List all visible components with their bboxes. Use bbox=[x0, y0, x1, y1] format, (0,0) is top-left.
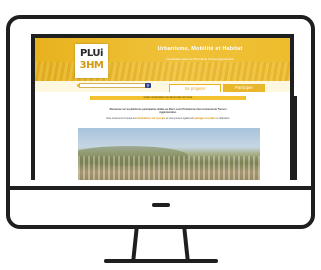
logo-text-bottom: 3HM bbox=[79, 60, 104, 71]
intro-highlight-info[interactable]: informations sur le projet bbox=[137, 117, 166, 120]
landscape-photo bbox=[78, 128, 260, 180]
website: PLUi 3HM Urbanisme, Mobilité et Habitat … bbox=[35, 38, 290, 180]
status-notice: Cette concertation est désormais terminé… bbox=[90, 96, 246, 100]
intro-description: Vous trouverez ici toutes les informatio… bbox=[105, 117, 231, 120]
tab-se-projeter[interactable]: Se projeter bbox=[169, 84, 221, 92]
banner-texture bbox=[35, 62, 290, 81]
screen: PLUi 3HM Urbanisme, Mobilité et Habitat … bbox=[31, 34, 294, 180]
intro-text: Bienvenue sur la plateforme participativ… bbox=[109, 108, 227, 115]
intro-text-part: et vous pouvez également bbox=[165, 117, 195, 120]
monitor-logo-slot bbox=[152, 203, 170, 207]
intro-text-part: Vous trouverez ici toutes les bbox=[106, 117, 137, 120]
intro-text-part: et réflexions. bbox=[215, 117, 230, 120]
intro-highlight-ideas[interactable]: partager vos idées bbox=[195, 117, 216, 120]
screen-edge bbox=[294, 96, 297, 180]
logo-text-top: PLUi bbox=[80, 48, 103, 59]
main-content: Cette concertation est désormais terminé… bbox=[75, 92, 260, 180]
monitor-stand-right bbox=[182, 228, 190, 260]
tab-participer[interactable]: Participer bbox=[223, 84, 265, 92]
search-icon[interactable]: ⚲ bbox=[145, 83, 151, 88]
search-input[interactable] bbox=[79, 83, 147, 88]
monitor-stand-left bbox=[131, 228, 139, 260]
monitor-chin bbox=[6, 186, 315, 190]
photo-town bbox=[78, 156, 260, 180]
page-title: Urbanisme, Mobilité et Habitat bbox=[157, 46, 243, 52]
monitor-stand-base bbox=[104, 259, 218, 263]
site-logo[interactable]: PLUi 3HM bbox=[75, 44, 108, 78]
page-subtitle: Concertation autour du PLUi-HM de Thonon… bbox=[165, 58, 234, 61]
